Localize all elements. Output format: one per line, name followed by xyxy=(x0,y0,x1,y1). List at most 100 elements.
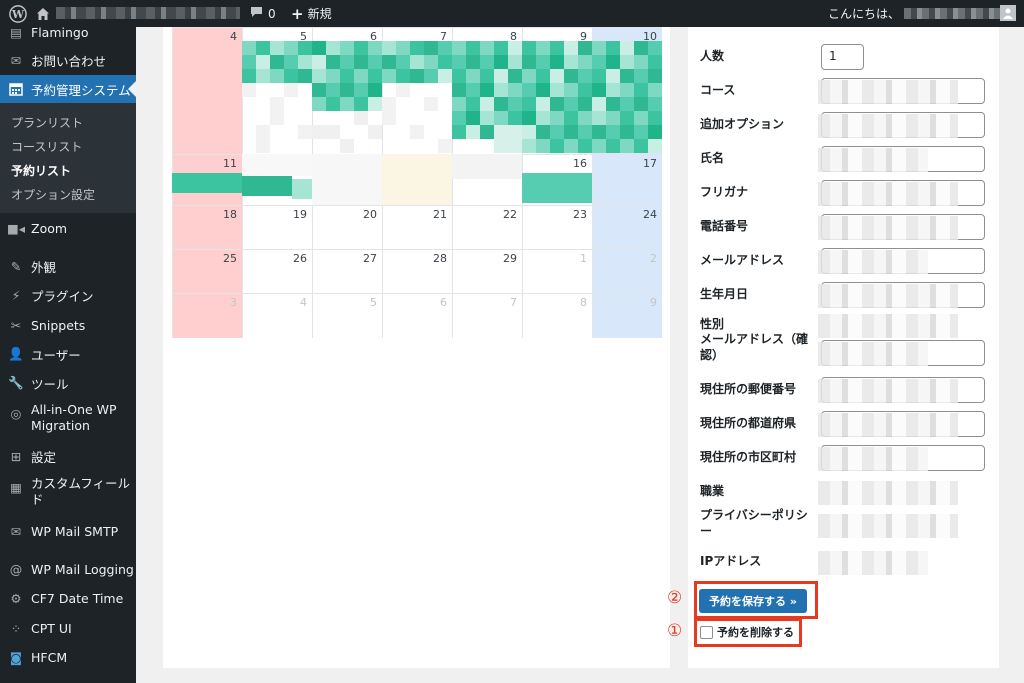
reservation-block-redacted[interactable] xyxy=(578,97,592,111)
reservation-block-redacted[interactable] xyxy=(242,83,256,97)
reservation-block-redacted[interactable] xyxy=(298,55,312,69)
reservation-block-redacted[interactable] xyxy=(634,41,648,55)
comments-link[interactable]: 0 xyxy=(250,0,276,27)
reservation-block-redacted[interactable] xyxy=(550,55,564,69)
calendar-day[interactable]: 9 xyxy=(592,293,662,338)
reservation-block-redacted[interactable] xyxy=(494,69,508,83)
menu-hfcm[interactable]: ◙ HFCM xyxy=(0,646,136,668)
reservation-block-redacted[interactable] xyxy=(396,55,410,69)
reservation-block-redacted[interactable] xyxy=(480,111,494,125)
reservation-block-redacted[interactable] xyxy=(536,97,550,111)
reservation-block-redacted[interactable] xyxy=(382,69,396,83)
reservation-block-redacted[interactable] xyxy=(382,111,396,125)
reservation-block-redacted[interactable] xyxy=(242,154,312,176)
reservation-block-redacted[interactable] xyxy=(592,111,606,125)
reservation-block-redacted[interactable] xyxy=(648,69,662,83)
reservation-block-redacted[interactable] xyxy=(592,83,606,97)
reservation-block-redacted[interactable] xyxy=(438,139,452,153)
reservation-block-redacted[interactable] xyxy=(620,55,634,69)
reservation-block-redacted[interactable] xyxy=(550,139,564,153)
reservation-block-redacted[interactable] xyxy=(522,111,536,125)
reservation-block-redacted[interactable] xyxy=(606,125,620,139)
reservation-block-redacted[interactable] xyxy=(578,41,592,55)
reservation-block-redacted[interactable] xyxy=(270,69,284,83)
reservation-block-redacted[interactable] xyxy=(592,139,606,153)
reservation-block-redacted[interactable] xyxy=(354,97,368,111)
reservation-block-redacted[interactable] xyxy=(284,83,298,97)
reservation-block-redacted[interactable] xyxy=(564,125,578,139)
reservation-block-redacted[interactable] xyxy=(592,41,606,55)
calendar-day[interactable]: 27 xyxy=(312,249,382,293)
reservation-block-redacted[interactable] xyxy=(466,97,480,111)
reservation-block-redacted[interactable] xyxy=(508,111,522,125)
calendar-day[interactable]: 1 xyxy=(522,249,592,293)
reservation-block-redacted[interactable] xyxy=(382,41,396,55)
reservation-block-redacted[interactable] xyxy=(634,55,648,69)
reservation-block-redacted[interactable] xyxy=(480,69,494,83)
reservation-block-redacted[interactable] xyxy=(606,83,620,97)
reservation-block-redacted[interactable] xyxy=(634,83,648,97)
reservation-block-redacted[interactable] xyxy=(312,97,326,111)
reservation-block-redacted[interactable] xyxy=(292,179,312,199)
calendar-day[interactable]: 23 xyxy=(522,205,592,249)
reservation-block-redacted[interactable] xyxy=(368,125,382,139)
reservation-block-redacted[interactable] xyxy=(550,111,564,125)
reservation-block-redacted[interactable] xyxy=(564,97,578,111)
reservation-block-redacted[interactable] xyxy=(284,69,298,83)
reservation-block-redacted[interactable] xyxy=(312,69,326,83)
save-reservation-button[interactable]: 予約を保存する » xyxy=(699,589,807,613)
reservation-block-redacted[interactable] xyxy=(382,154,452,205)
reservation-block-redacted[interactable] xyxy=(242,176,292,196)
reservation-block-redacted[interactable] xyxy=(508,83,522,97)
reservation-block-redacted[interactable] xyxy=(480,125,494,139)
reservation-block-redacted[interactable] xyxy=(564,111,578,125)
reservation-block-redacted[interactable] xyxy=(410,55,424,69)
menu-wp-mail-smtp[interactable]: ✉ WP Mail SMTP xyxy=(0,520,136,542)
reservation-block-redacted[interactable] xyxy=(256,55,270,69)
calendar-day[interactable]: 18 xyxy=(172,205,242,249)
reservation-block-redacted[interactable] xyxy=(522,139,536,153)
reservation-block-redacted[interactable] xyxy=(620,41,634,55)
reservation-block-redacted[interactable] xyxy=(522,125,536,139)
reservation-block-redacted[interactable] xyxy=(508,41,522,55)
reservation-block-redacted[interactable] xyxy=(396,69,410,83)
reservation-block-redacted[interactable] xyxy=(648,55,662,69)
reservation-block-redacted[interactable] xyxy=(634,139,648,153)
delete-checkbox[interactable] xyxy=(700,625,713,639)
reservation-block-redacted[interactable] xyxy=(550,125,564,139)
reservation-block-redacted[interactable] xyxy=(424,97,438,111)
reservation-block-redacted[interactable] xyxy=(354,55,368,69)
delete-label[interactable]: 予約を削除する xyxy=(717,624,794,640)
reservation-block-redacted[interactable] xyxy=(340,69,354,83)
reservation-block-redacted[interactable] xyxy=(606,139,620,153)
reservation-block-redacted[interactable] xyxy=(438,69,452,83)
reservation-block-redacted[interactable] xyxy=(270,111,284,125)
reservation-block-redacted[interactable] xyxy=(606,69,620,83)
reservation-block-redacted[interactable] xyxy=(340,41,354,55)
reservation-block-redacted[interactable] xyxy=(452,111,466,125)
reservation-block-redacted[interactable] xyxy=(634,111,648,125)
menu-zoom[interactable]: ■◂ Zoom xyxy=(0,217,136,239)
reservation-block-redacted[interactable] xyxy=(536,55,550,69)
reservation-block-redacted[interactable] xyxy=(494,125,508,139)
reservation-block-redacted[interactable] xyxy=(564,41,578,55)
reservation-block-redacted[interactable] xyxy=(298,41,312,55)
reservation-block-redacted[interactable] xyxy=(480,55,494,69)
reservation-block-redacted[interactable] xyxy=(284,55,298,69)
reservation-block-redacted[interactable] xyxy=(466,55,480,69)
reservation-block-redacted[interactable] xyxy=(424,41,438,55)
reservation-block-redacted[interactable] xyxy=(606,111,620,125)
calendar-day[interactable]: 29 xyxy=(452,249,522,293)
reservation-block-redacted[interactable] xyxy=(578,125,592,139)
reservation-block-redacted[interactable] xyxy=(494,97,508,111)
calendar-day[interactable]: 26 xyxy=(242,249,312,293)
calendar-day[interactable]: 4 xyxy=(172,27,242,154)
reservation-block-redacted[interactable] xyxy=(354,111,368,125)
reservation-block-redacted[interactable] xyxy=(508,139,522,153)
calendar-day[interactable]: 21 xyxy=(382,205,452,249)
reservation-block-redacted[interactable] xyxy=(410,41,424,55)
reservation-block-redacted[interactable] xyxy=(564,69,578,83)
menu-contact[interactable]: ✉ お問い合わせ xyxy=(0,49,136,71)
reservation-block-redacted[interactable] xyxy=(340,97,354,111)
reservation-block-redacted[interactable] xyxy=(424,55,438,69)
